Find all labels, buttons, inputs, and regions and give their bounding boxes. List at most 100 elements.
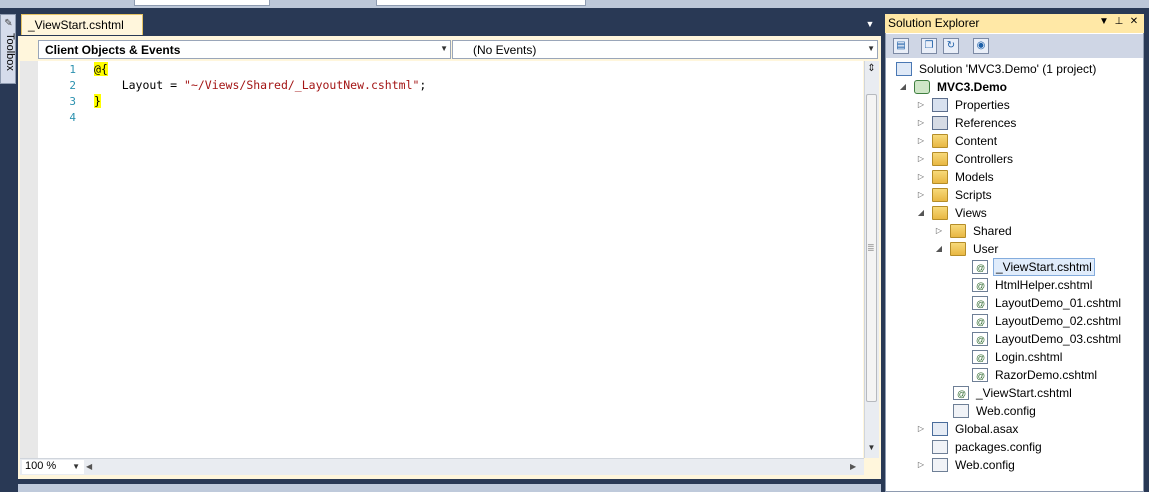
tree-item-label: HtmlHelper.cshtml [995, 278, 1093, 292]
tree-item-label: References [955, 116, 1017, 130]
client-objects-dropdown[interactable]: Client Objects & Events ▼ [38, 40, 451, 59]
tree-item-login[interactable]: Login.cshtml [956, 348, 1126, 367]
collapse-arrow-icon[interactable]: ◢ [898, 78, 908, 96]
razor-block-open: @{ [94, 62, 108, 76]
tree-item-label: _ViewStart.cshtml [993, 258, 1095, 276]
events-label: (No Events) [473, 43, 537, 57]
scroll-right-icon[interactable]: ▶ [850, 460, 860, 473]
zoom-value: 100 % [25, 460, 57, 472]
tree-item-user[interactable]: ◢ User [934, 240, 1124, 258]
tree-item-global-asax[interactable]: ▷ Global.asax [916, 420, 1096, 438]
expand-arrow-icon[interactable]: ▷ [934, 222, 944, 240]
tree-item-user-viewstart[interactable]: _ViewStart.cshtml [956, 258, 1126, 277]
config-file-icon [932, 440, 948, 454]
code-line-3[interactable]: } [94, 94, 101, 108]
tree-item-label: LayoutDemo_01.cshtml [995, 296, 1122, 310]
tree-item-webconfig[interactable]: ▷ Web.config [916, 456, 1096, 474]
razor-file-icon [953, 385, 969, 403]
tree-item-label: Scripts [955, 188, 992, 202]
bottom-panel-strip [18, 484, 881, 492]
toolbox-side-tab[interactable]: ✎ Toolbox [0, 14, 16, 84]
tree-item-project[interactable]: ◢ MVC3.Demo [898, 78, 1138, 96]
panel-menu-icon[interactable]: ▼ [1098, 16, 1110, 28]
expand-arrow-icon[interactable]: ▷ [916, 168, 926, 186]
tree-item-properties[interactable]: ▷ Properties [916, 96, 1116, 114]
tree-item-label: Properties [955, 98, 1010, 112]
events-dropdown[interactable]: (No Events) ▼ [452, 40, 878, 59]
tree-item-label: _ViewStart.cshtml [976, 386, 1072, 400]
top-toolbar-strip [0, 0, 1149, 8]
toolbar-combo-left[interactable] [134, 0, 270, 6]
razor-file-icon [972, 259, 988, 277]
razor-file-icon [972, 367, 988, 385]
tab-viewstart-cshtml[interactable]: _ViewStart.cshtml [21, 14, 143, 35]
razor-block-close: } [94, 94, 101, 108]
tree-item-label: Models [955, 170, 994, 184]
tree-item-label: LayoutDemo_02.cshtml [995, 314, 1122, 328]
tree-item-layoutdemo02[interactable]: LayoutDemo_02.cshtml [956, 312, 1141, 331]
horizontal-scrollbar[interactable] [20, 458, 864, 475]
collapse-arrow-icon[interactable]: ◢ [934, 240, 944, 258]
tree-item-controllers[interactable]: ▷ Controllers [916, 150, 1116, 168]
code-line-2[interactable]: Layout = "~/Views/Shared/_LayoutNew.csht… [94, 78, 427, 92]
expand-arrow-icon[interactable]: ▷ [916, 150, 926, 168]
close-icon[interactable]: ✕ [1128, 16, 1140, 28]
pin-icon[interactable]: ⊥ [1113, 16, 1125, 28]
code-line-1[interactable]: @{ [94, 62, 108, 76]
config-file-icon [932, 458, 948, 472]
expand-arrow-icon[interactable]: ▷ [916, 420, 926, 438]
tree-item-references[interactable]: ▷ References [916, 114, 1116, 132]
references-icon [932, 116, 948, 130]
tree-item-label: Web.config [976, 404, 1036, 418]
collapse-arrow-icon[interactable]: ◢ [916, 204, 926, 222]
tree-item-solution[interactable]: Solution 'MVC3.Demo' (1 project) [880, 60, 1140, 78]
expand-arrow-icon[interactable]: ▷ [916, 96, 926, 114]
tree-item-label: MVC3.Demo [937, 80, 1008, 94]
refresh-icon[interactable]: ↻ [943, 38, 959, 54]
code-layout-path: "~/Views/Shared/_LayoutNew.cshtml" [184, 78, 420, 92]
razor-file-icon [972, 295, 988, 313]
split-window-icon[interactable]: ⇕ [865, 62, 878, 76]
tree-item-layoutdemo01[interactable]: LayoutDemo_01.cshtml [956, 294, 1141, 313]
razor-file-icon [972, 349, 988, 367]
code-editor[interactable] [20, 61, 863, 458]
chevron-down-icon: ▼ [867, 44, 875, 53]
tree-item-layoutdemo03[interactable]: LayoutDemo_03.cshtml [956, 330, 1141, 349]
editor-gutter [20, 61, 38, 458]
tree-item-label: Web.config [955, 458, 1015, 472]
tree-item-views[interactable]: ◢ Views [916, 204, 1116, 222]
tree-item-label: Global.asax [955, 422, 1019, 436]
scroll-down-icon[interactable]: ▼ [865, 443, 878, 455]
class-diagram-icon[interactable]: ◉ [973, 38, 989, 54]
tree-item-scripts[interactable]: ▷ Scripts [916, 186, 1116, 204]
toolbar-combo-right[interactable] [376, 0, 586, 6]
tree-item-views-webconfig[interactable]: Web.config [937, 402, 1097, 420]
tree-item-views-viewstart[interactable]: _ViewStart.cshtml [937, 384, 1117, 403]
expand-arrow-icon[interactable]: ▷ [916, 132, 926, 150]
scroll-left-icon[interactable]: ◀ [86, 460, 96, 473]
client-objects-label: Client Objects & Events [45, 43, 181, 57]
expand-arrow-icon[interactable]: ▷ [916, 186, 926, 204]
tree-item-label: Content [955, 134, 998, 148]
tree-item-packages-config[interactable]: packages.config [916, 438, 1096, 456]
chevron-down-icon: ▼ [72, 462, 80, 471]
folder-icon [932, 134, 948, 148]
tab-dropdown-icon[interactable]: ▼ [864, 18, 876, 30]
show-all-files-icon[interactable]: ❐ [921, 38, 937, 54]
web-project-icon [914, 80, 930, 94]
tree-item-htmlhelper[interactable]: HtmlHelper.cshtml [956, 276, 1136, 295]
tree-item-models[interactable]: ▷ Models [916, 168, 1116, 186]
expand-arrow-icon[interactable]: ▷ [916, 456, 926, 474]
tree-item-content[interactable]: ▷ Content [916, 132, 1116, 150]
zoom-dropdown[interactable]: 100 % ▼ [22, 460, 84, 474]
properties-folder-icon [932, 98, 948, 112]
properties-icon[interactable]: ▤ [893, 38, 909, 54]
tree-item-label: User [973, 242, 999, 256]
tree-item-razordemo[interactable]: RazorDemo.cshtml [956, 366, 1136, 385]
code-semicolon: ; [419, 78, 427, 92]
tree-item-label: Views [955, 206, 987, 220]
expand-arrow-icon[interactable]: ▷ [916, 114, 926, 132]
solution-icon [896, 62, 912, 76]
tree-item-shared[interactable]: ▷ Shared [934, 222, 1124, 240]
razor-file-icon [972, 313, 988, 331]
